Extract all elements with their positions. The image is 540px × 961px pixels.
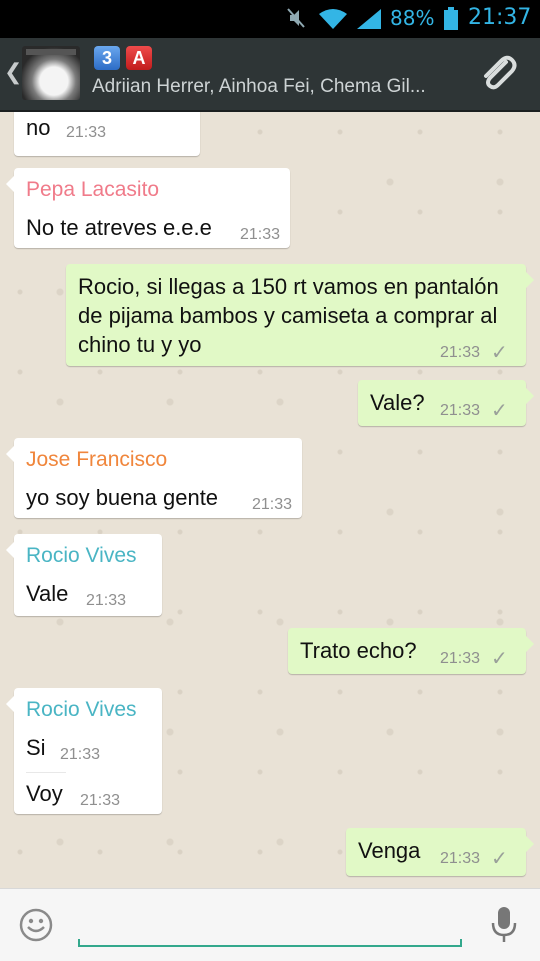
sender-name: Pepa Lacasito: [26, 178, 160, 201]
message-time: 21:33: [252, 496, 293, 513]
message-text: Vale: [26, 581, 69, 606]
message-text: Voy: [26, 781, 63, 806]
message-bubble-outgoing[interactable]: Vale? 21:33 ✓: [358, 380, 534, 426]
sent-check-icon: ✓: [491, 340, 508, 364]
compose-bar: [0, 888, 540, 961]
message-time: 21:33: [240, 226, 281, 243]
message-text: No te atreves e.e.e: [26, 215, 212, 240]
wifi-icon: [319, 9, 347, 29]
message-bubble-incoming[interactable]: Pepa Lacasito No te atreves e.e.e 21:33: [6, 168, 290, 248]
message-bubble-outgoing[interactable]: Trato echo? 21:33 ✓: [288, 628, 534, 674]
group-participants[interactable]: Adriian Herrer, Ainhoa Fei, Chema Gil...: [92, 76, 452, 98]
sent-check-icon: ✓: [491, 398, 508, 422]
sent-check-icon: ✓: [491, 646, 508, 670]
battery-percent: 88%: [390, 6, 435, 30]
message-time: 21:33: [80, 792, 121, 809]
signal-icon: [357, 9, 381, 29]
emoji-icon[interactable]: [18, 907, 54, 943]
message-time: 21:33: [440, 344, 481, 361]
sender-name: Rocio Vives: [26, 544, 137, 567]
group-avatar[interactable]: [22, 46, 80, 100]
message-text: no: [26, 115, 51, 140]
message-text: Venga: [358, 838, 421, 863]
status-clock: 21:37: [468, 5, 532, 30]
keycap-three-emoji: 3: [94, 46, 120, 70]
message-input[interactable]: [78, 939, 462, 947]
message-time: 21:33: [86, 592, 127, 609]
message-text: Si: [26, 735, 46, 760]
message-text: Trato echo?: [300, 638, 417, 663]
message-list[interactable]: no 21:33 Pepa Lacasito No te atreves e.e…: [0, 112, 540, 888]
sender-name: Jose Francisco: [26, 448, 168, 471]
mic-icon[interactable]: [490, 905, 518, 945]
message-bubble-outgoing[interactable]: Rocio, si llegas a 150 rt vamos en panta…: [66, 264, 534, 366]
chat-header: ❮ 3 A Adriian Herrer, Ainhoa Fei, Chema …: [0, 38, 540, 112]
mute-icon: [287, 8, 305, 28]
message-time: 21:33: [66, 124, 107, 141]
back-icon[interactable]: ❮: [4, 60, 22, 85]
letter-a-emoji: A: [126, 46, 152, 70]
message-text: yo soy buena gente: [26, 485, 219, 510]
message-bubble-incoming[interactable]: no 21:33: [14, 112, 200, 156]
message-bubble-outgoing[interactable]: Venga 21:33 ✓: [346, 828, 534, 876]
message-time: 21:33: [440, 650, 481, 667]
message-bubble-incoming[interactable]: Jose Francisco yo soy buena gente 21:33: [6, 438, 302, 518]
message-bubble-incoming[interactable]: Rocio Vives Si 21:33 Voy 21:33: [6, 688, 162, 814]
attach-icon[interactable]: [476, 52, 520, 96]
line-separator: [26, 772, 66, 773]
message-time: 21:33: [440, 850, 481, 867]
message-time: 21:33: [60, 746, 101, 763]
sent-check-icon: ✓: [491, 846, 508, 870]
status-bar: 88% 21:37: [0, 0, 540, 38]
sender-name: Rocio Vives: [26, 698, 137, 721]
battery-icon: [444, 7, 458, 30]
message-bubble-incoming[interactable]: Rocio Vives Vale 21:33: [6, 534, 162, 616]
message-text: Vale?: [370, 390, 425, 415]
message-time: 21:33: [440, 402, 481, 419]
